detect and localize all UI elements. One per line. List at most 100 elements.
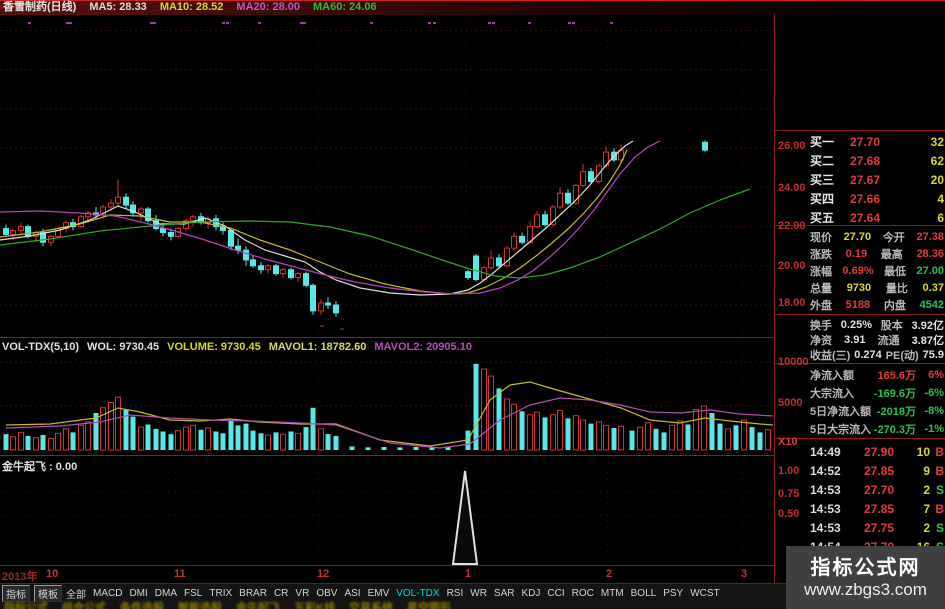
tick-price: 27.75 — [863, 521, 894, 535]
magenta-marker-dot — [303, 22, 306, 24]
tick-volume: 7 — [923, 502, 930, 516]
indicator-tab-WCST[interactable]: WCST — [690, 588, 719, 599]
buy-quantity: 20 — [930, 172, 944, 187]
indicator-tab-BRAR[interactable]: BRAR — [239, 588, 267, 599]
indicator-tab-MTM[interactable]: MTM — [601, 588, 624, 599]
formula-tab[interactable]: 金牛起飞 — [236, 599, 280, 609]
indicator-tab-MACD[interactable]: MACD — [93, 588, 122, 599]
tick-volume: 10 — [916, 445, 930, 459]
buy-price: 27.66 — [850, 191, 881, 206]
flow-value: -270.3万 — [873, 424, 916, 436]
quote-cell: 27.38 — [916, 231, 944, 243]
formula-tab[interactable]: 星空图形 — [407, 599, 451, 609]
time-axis: 2013年 10 11 12 1 2 3 — [0, 566, 775, 583]
magenta-marker-dot — [488, 22, 491, 24]
quote-cell: 27.70 — [843, 231, 872, 243]
ma-label: MA10: 28.52 — [159, 1, 224, 13]
stock-title: 香雪制药(日线) — [3, 1, 77, 13]
indicator-tab-PSY[interactable]: PSY — [663, 588, 683, 599]
quote-cell: 最低 — [884, 266, 907, 278]
magenta-marker-dot — [258, 22, 261, 24]
quote-cell: 最高 — [880, 249, 903, 261]
indicator-tab-VR[interactable]: VR — [295, 588, 309, 599]
indicator-tab-OBV[interactable]: OBV — [316, 588, 337, 599]
formula-tab[interactable]: 智能选股 — [178, 599, 222, 609]
flow-row: 5日大宗流入 -270.3万 -1% — [810, 421, 944, 437]
tick-price: 27.85 — [863, 464, 894, 478]
formula-tab[interactable]: 组合公式 — [62, 599, 106, 609]
flow-percent: 6% — [928, 369, 944, 381]
vol-header-part: MAVOL1: 18782.60 — [268, 341, 367, 353]
indicator-tab-CCI[interactable]: CCI — [547, 588, 564, 599]
quote-cell: 量比 — [885, 283, 908, 295]
axis-label: 24.00 — [778, 182, 806, 194]
quote-cell: 0.37 — [922, 282, 944, 294]
formula-tab[interactable]: 条件选股 — [120, 599, 164, 609]
buy-quantity: 32 — [930, 134, 944, 149]
flow-percent: -1% — [924, 423, 944, 435]
stat-cell: 75.9 — [922, 349, 944, 361]
month-label: 1 — [465, 568, 472, 580]
quote-cell: 今开 — [882, 232, 905, 244]
flow-row: 大宗流入 -169.6万 -6% — [810, 385, 944, 401]
tick-volume: 2 — [923, 521, 930, 535]
buy-queue-row: 买二 27.68 62 — [810, 152, 944, 169]
indicator-tab-ROC[interactable]: ROC — [572, 588, 594, 599]
tick-time: 14:53 — [810, 502, 841, 516]
buy-queue-row: 买一 27.70 32 — [810, 133, 944, 150]
watermark-url: www.zbgs3.com — [804, 580, 927, 599]
indicator-tab-SAR[interactable]: SAR — [494, 588, 515, 599]
axis-label: 26.00 — [778, 140, 806, 152]
formula-tab[interactable]: 指标公式 — [4, 599, 48, 609]
indicator-tab-TRIX[interactable]: TRIX — [209, 588, 232, 599]
flow-value: 165.6万 — [877, 370, 916, 382]
indicator-tab-FSL[interactable]: FSL — [184, 588, 202, 599]
formula-tab[interactable]: 交易系统 — [349, 599, 393, 609]
quote-row: 涨跌 0.19 最高 28.36 — [810, 246, 944, 262]
watermark-site-name: 指标公式网 — [810, 557, 921, 579]
signal-indicator-header: 金牛起飞 : 0.00 — [2, 461, 78, 473]
quote-cell: 5188 — [845, 299, 871, 311]
quote-cell: 涨幅 — [810, 266, 832, 278]
indicator-tab-DMI[interactable]: DMI — [129, 588, 147, 599]
axis-label: 18.00 — [778, 297, 806, 309]
formula-tab[interactable]: 五彩K线 — [294, 599, 335, 609]
tick-row: 14:53 27.70 2 S — [810, 481, 944, 499]
indicator-tab-WR[interactable]: WR — [470, 588, 487, 599]
month-label: 12 — [317, 568, 330, 580]
indicator-tab-EMV[interactable]: EMV — [368, 588, 390, 599]
magenta-marker-dot — [572, 22, 575, 24]
quote-cell: 0.19 — [845, 248, 868, 260]
tick-time: 14:53 — [810, 521, 841, 535]
axis-label: 22.00 — [778, 220, 806, 232]
indicator-tab-BOLL[interactable]: BOLL — [631, 588, 657, 599]
indicator-tab-ASI[interactable]: ASI — [344, 588, 360, 599]
tick-time: 14:49 — [810, 445, 841, 459]
magenta-marker-dot — [226, 22, 229, 24]
tick-side-flag: S — [935, 483, 944, 497]
price-volume-chart[interactable] — [0, 0, 775, 583]
stat-cell: 换手 — [810, 320, 832, 332]
panel-section-line — [775, 130, 945, 131]
tick-side-flag: S — [935, 521, 944, 535]
indicator-tab-CR[interactable]: CR — [274, 588, 288, 599]
stat-cell: 3.91 — [844, 334, 866, 346]
axis-label: 10000 — [778, 356, 809, 368]
buy-queue-row: 买四 27.66 4 — [810, 190, 944, 207]
indicator-tab-KDJ[interactable]: KDJ — [521, 588, 540, 599]
indicator-tab-RSI[interactable]: RSI — [447, 588, 464, 599]
vol-header-part: VOLUME: 9730.45 — [167, 341, 261, 353]
quote-row: 外盘 5188 内盘 4542 — [810, 297, 944, 313]
tick-price: 27.70 — [863, 483, 894, 497]
tick-row: 14:49 27.90 10 B — [810, 443, 944, 461]
stat-row: 换手 0.25% 股本 3.92亿 — [810, 318, 944, 332]
indicator-tab-DMA[interactable]: DMA — [155, 588, 177, 599]
indicator-tab-VOL-TDX[interactable]: VOL-TDX — [396, 588, 439, 599]
magenta-marker-dot — [610, 22, 613, 24]
ma-label: MA20: 28.00 — [236, 1, 300, 13]
magenta-marker-dot — [370, 22, 373, 24]
month-label: 2 — [606, 568, 613, 580]
month-label: 10 — [46, 568, 59, 580]
flow-value: -2018万 — [876, 406, 916, 418]
tick-time: 14:53 — [810, 483, 841, 497]
